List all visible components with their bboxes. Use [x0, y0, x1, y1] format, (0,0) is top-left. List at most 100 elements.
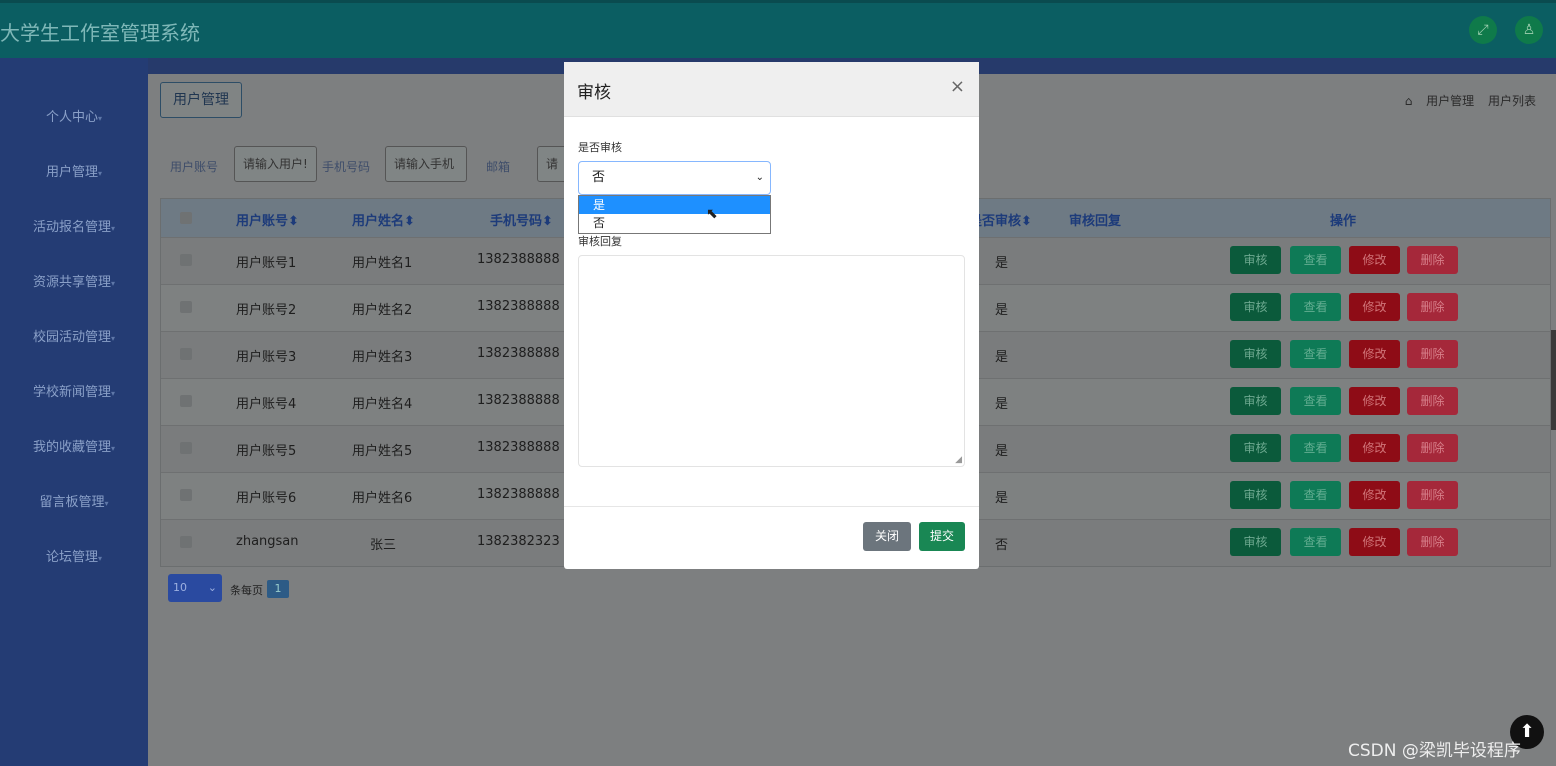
fullscreen-icon[interactable]: ⤢ [1469, 16, 1497, 44]
sidebar-item-personal-center[interactable]: 个人中心▾ [0, 106, 148, 125]
cell-name: 用户姓名5 [352, 444, 413, 459]
user-icon[interactable]: ♙ [1515, 16, 1543, 44]
edit-button[interactable]: 修改 [1349, 387, 1400, 415]
delete-button[interactable]: 删除 [1407, 481, 1458, 509]
sidebar-item-activity-signup[interactable]: 活动报名管理▾ [0, 216, 148, 235]
cell-name: 用户姓名2 [352, 303, 413, 318]
audit-button[interactable]: 审核 [1230, 293, 1281, 321]
section-title-button[interactable]: 用户管理 [160, 82, 242, 118]
cell-phone: 1382388888 [477, 346, 560, 361]
edit-button[interactable]: 修改 [1349, 246, 1400, 274]
audit-button[interactable]: 审核 [1230, 340, 1281, 368]
phone-search-input[interactable]: 请输入手机 [385, 146, 467, 182]
chevron-down-icon: ⌄ [207, 581, 217, 594]
row-checkbox[interactable] [180, 254, 192, 266]
chevron-down-icon: ⌄ [755, 172, 764, 183]
row-checkbox[interactable] [180, 442, 192, 454]
audit-button[interactable]: 审核 [1230, 387, 1281, 415]
row-checkbox[interactable] [180, 489, 192, 501]
email-search-input[interactable]: 请 [537, 146, 567, 182]
view-button[interactable]: 查看 [1290, 293, 1341, 321]
sidebar-item-campus-activity[interactable]: 校园活动管理▾ [0, 326, 148, 345]
cell-account: 用户账号6 [236, 491, 297, 506]
view-button[interactable]: 查看 [1290, 340, 1341, 368]
column-header-name[interactable]: 用户姓名⬍ [352, 210, 415, 229]
delete-button[interactable]: 删除 [1407, 293, 1458, 321]
column-header-account[interactable]: 用户账号⬍ [236, 210, 299, 229]
cell-audit: 是 [995, 397, 1009, 412]
per-page-label: 条每页 [230, 584, 263, 597]
mouse-cursor-icon: ⬉ [706, 206, 718, 222]
view-button[interactable]: 查看 [1290, 434, 1341, 462]
resize-handle-icon[interactable]: ◢ [955, 455, 962, 465]
edit-button[interactable]: 修改 [1349, 434, 1400, 462]
edit-button[interactable]: 修改 [1349, 481, 1400, 509]
column-header-reply: 审核回复 [1069, 214, 1122, 229]
chevron-down-icon: ▾ [104, 499, 109, 508]
filter-label-email: 邮箱 [486, 160, 511, 174]
option-no[interactable]: 否 [579, 214, 770, 232]
view-button[interactable]: 查看 [1290, 481, 1341, 509]
audit-button[interactable]: 审核 [1230, 434, 1281, 462]
app-title: 大学生工作室管理系统 [0, 21, 200, 45]
sidebar-item-my-favorites[interactable]: 我的收藏管理▾ [0, 436, 148, 455]
cell-account: 用户账号1 [236, 256, 297, 271]
filter-label-account: 用户账号 [170, 160, 219, 174]
delete-button[interactable]: 删除 [1407, 246, 1458, 274]
chevron-down-icon: ▾ [98, 114, 103, 123]
delete-button[interactable]: 删除 [1407, 528, 1458, 556]
account-search-input[interactable]: 请输入用户! [234, 146, 317, 182]
audit-button[interactable]: 审核 [1230, 246, 1281, 274]
cell-account: 用户账号2 [236, 303, 297, 318]
view-button[interactable]: 查看 [1290, 387, 1341, 415]
column-header-phone[interactable]: 手机号码⬍ [490, 210, 553, 229]
chevron-down-icon: ▾ [111, 334, 116, 343]
select-all-checkbox[interactable] [180, 212, 192, 224]
cell-account: 用户账号3 [236, 350, 297, 365]
sidebar-item-resource-sharing[interactable]: 资源共享管理▾ [0, 271, 148, 290]
reply-field-label: 审核回复 [578, 235, 622, 248]
row-checkbox[interactable] [180, 395, 192, 407]
view-button[interactable]: 查看 [1290, 528, 1341, 556]
close-button[interactable]: 关闭 [863, 522, 911, 551]
cell-phone: 1382388888 [477, 299, 560, 314]
audit-button[interactable]: 审核 [1230, 528, 1281, 556]
breadcrumb-item[interactable]: 用户管理 [1426, 94, 1474, 108]
cell-audit: 是 [995, 444, 1009, 459]
modal-title: 审核 [577, 83, 611, 103]
sidebar-item-user-management[interactable]: 用户管理▾ [0, 161, 148, 180]
reply-textarea[interactable]: ◢ [578, 255, 965, 467]
edit-button[interactable]: 修改 [1349, 528, 1400, 556]
chevron-down-icon: ▾ [98, 554, 103, 563]
row-checkbox[interactable] [180, 348, 192, 360]
delete-button[interactable]: 删除 [1407, 340, 1458, 368]
sidebar-item-school-news[interactable]: 学校新闻管理▾ [0, 381, 148, 400]
cell-account: 用户账号4 [236, 397, 297, 412]
edit-button[interactable]: 修改 [1349, 340, 1400, 368]
cell-phone: 1382388888 [477, 393, 560, 408]
view-button[interactable]: 查看 [1290, 246, 1341, 274]
home-icon[interactable]: ⌂ [1405, 94, 1413, 108]
page-scrollbar[interactable] [1551, 330, 1556, 430]
row-checkbox[interactable] [180, 301, 192, 313]
cell-phone: 1382388888 [477, 252, 560, 267]
sidebar-item-forum[interactable]: 论坛管理▾ [0, 546, 148, 565]
page-number-button[interactable]: 1 [267, 580, 289, 598]
sidebar: 个人中心▾ 用户管理▾ 活动报名管理▾ 资源共享管理▾ 校园活动管理▾ 学校新闻… [0, 58, 148, 766]
option-yes[interactable]: 是 [579, 196, 770, 214]
chevron-down-icon: ▾ [111, 279, 116, 288]
modal-footer: 关闭 提交 [564, 506, 979, 570]
close-icon[interactable]: × [950, 76, 965, 97]
delete-button[interactable]: 删除 [1407, 434, 1458, 462]
audit-button[interactable]: 审核 [1230, 481, 1281, 509]
edit-button[interactable]: 修改 [1349, 293, 1400, 321]
chevron-down-icon: ▾ [98, 169, 103, 178]
row-checkbox[interactable] [180, 536, 192, 548]
page-size-select[interactable]: 10 ⌄ [168, 574, 222, 602]
cell-audit: 否 [995, 538, 1009, 553]
audit-select[interactable]: 否 ⌄ [578, 161, 771, 195]
delete-button[interactable]: 删除 [1407, 387, 1458, 415]
chevron-down-icon: ▾ [111, 389, 116, 398]
submit-button[interactable]: 提交 [919, 522, 965, 551]
sidebar-item-message-board[interactable]: 留言板管理▾ [0, 491, 148, 510]
